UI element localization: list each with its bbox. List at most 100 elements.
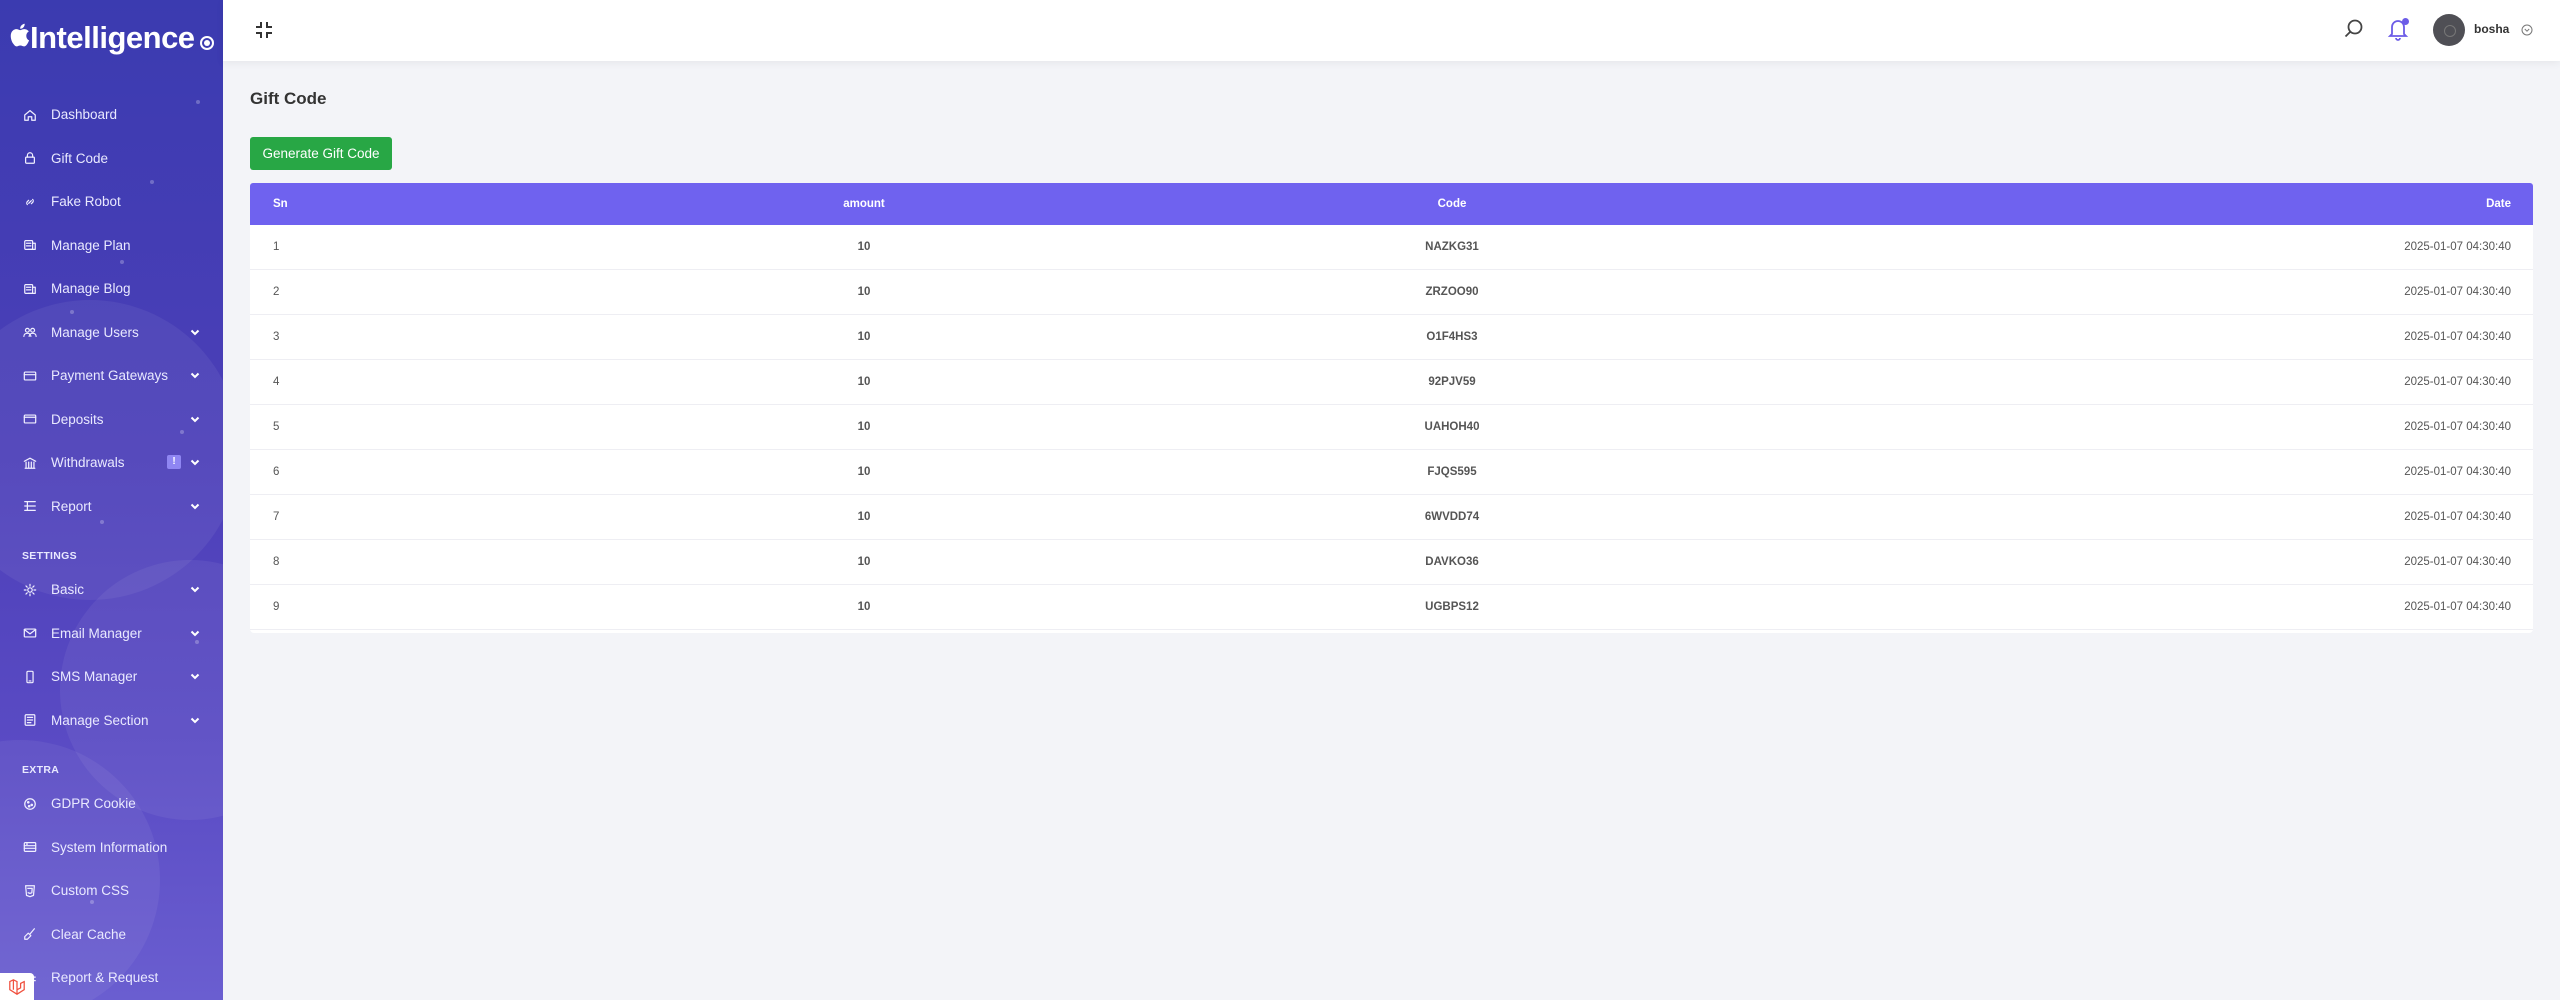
- cell-date: 2025-01-07 04:30:40: [2404, 286, 2511, 298]
- cell-date: 2025-01-07 04:30:40: [2404, 466, 2511, 478]
- sidebar-item-label: Gift Code: [51, 150, 109, 166]
- section-label-extra: EXTRA: [22, 764, 60, 776]
- table-row: 4 10 92PJV59 2025-01-07 04:30:40: [250, 360, 2533, 405]
- sidebar-item-manage-section[interactable]: Manage Section: [0, 699, 223, 743]
- table-row: 3 10 O1F4HS3 2025-01-07 04:30:40: [250, 315, 2533, 360]
- sidebar-item-label: Report: [51, 498, 92, 514]
- sidebar-menu: Dashboard Gift Code Fake Robot Manage Plan M…: [0, 93, 223, 1000]
- column-header-amount: amount: [843, 198, 885, 210]
- gear-icon: [22, 582, 38, 598]
- sidebar-item-report[interactable]: Report: [0, 485, 223, 529]
- app-logo[interactable]: Intelligence: [10, 18, 214, 58]
- sidebar-item-label: Basic: [51, 582, 85, 598]
- gift-code-table: Sn amount Code Date 1 10 NAZKG31 2025-01-07…: [250, 183, 2533, 633]
- generate-gift-code-button[interactable]: Generate Gift Code: [250, 137, 392, 170]
- search-icon[interactable]: [2343, 18, 2365, 40]
- cell-code: DAVKO36: [1425, 556, 1479, 568]
- chevron-down-circle-icon[interactable]: [2521, 23, 2533, 36]
- server-icon: [22, 839, 38, 855]
- column-header-sn: Sn: [273, 198, 288, 210]
- sidebar-item-gdpr-cookie[interactable]: GDPR Cookie: [0, 782, 223, 826]
- css-icon: [22, 883, 38, 899]
- bank-icon: [22, 455, 38, 471]
- table-row: 9 10 UGBPS12 2025-01-07 04:30:40: [250, 585, 2533, 630]
- cell-code: NAZKG31: [1425, 241, 1479, 253]
- compress-icon[interactable]: [254, 20, 274, 40]
- page-title: Gift Code: [250, 89, 327, 108]
- sidebar-item-basic[interactable]: Basic: [0, 568, 223, 612]
- notification-dot: [2402, 18, 2409, 25]
- sidebar-item-gift-code[interactable]: Gift Code: [0, 137, 223, 181]
- cell-code: FJQS595: [1427, 466, 1477, 478]
- mail-icon: [22, 625, 38, 641]
- sidebar-item-label: Manage Blog: [51, 281, 131, 297]
- username[interactable]: bosha: [2474, 22, 2509, 36]
- sidebar-item-payment-gateways[interactable]: Payment Gateways: [0, 354, 223, 398]
- cell-date: 2025-01-07 04:30:40: [2404, 556, 2511, 568]
- sidebar-item-clear-cache[interactable]: Clear Cache: [0, 913, 223, 957]
- logo-text: Intelligence: [30, 20, 195, 55]
- phone-icon: [22, 669, 38, 685]
- sidebar-item-withdrawals[interactable]: Withdrawals!: [0, 441, 223, 485]
- cell-amount: 10: [857, 556, 871, 568]
- column-header-code: Code: [1437, 198, 1467, 210]
- cell-sn: 2: [273, 286, 280, 298]
- sidebar-item-fake-robot[interactable]: Fake Robot: [0, 180, 223, 224]
- chevron-down-icon: [189, 627, 201, 639]
- avatar[interactable]: [2433, 14, 2465, 46]
- cell-date: 2025-01-07 04:30:40: [2404, 421, 2511, 433]
- chevron-down-icon: [189, 583, 201, 595]
- link-icon: [22, 194, 38, 210]
- apple-logo-icon: [10, 22, 30, 54]
- cell-sn: 9: [273, 601, 280, 613]
- sidebar-item-manage-users[interactable]: Manage Users: [0, 311, 223, 355]
- cell-date: 2025-01-07 04:30:40: [2404, 331, 2511, 343]
- home-icon: [22, 107, 38, 123]
- chevron-down-icon: [189, 369, 201, 381]
- cell-sn: 7: [273, 511, 280, 523]
- section-label-settings: SETTINGS: [22, 550, 77, 562]
- table-row: 6 10 FJQS595 2025-01-07 04:30:40: [250, 450, 2533, 495]
- alert-badge: !: [167, 455, 181, 469]
- sidebar-item-label: Clear Cache: [51, 926, 127, 942]
- cell-sn: 5: [273, 421, 280, 433]
- cell-code: ZRZOO90: [1425, 286, 1479, 298]
- cell-amount: 10: [857, 241, 871, 253]
- sidebar-item-custom-css[interactable]: Custom CSS: [0, 869, 223, 913]
- sidebar-item-label: Report & Request: [51, 970, 159, 986]
- cookie-icon: [22, 796, 38, 812]
- sidebar-item-label: System Information: [51, 839, 168, 855]
- notification-bell-icon[interactable]: [2387, 17, 2409, 41]
- sidebar-item-label: Email Manager: [51, 625, 142, 641]
- cell-date: 2025-01-07 04:30:40: [2404, 241, 2511, 253]
- credit-card-icon: [22, 368, 38, 384]
- sidebar-toggle-icon[interactable]: [200, 36, 214, 50]
- sidebar-item-label: GDPR Cookie: [51, 796, 136, 812]
- cell-amount: 10: [857, 511, 871, 523]
- sidebar-item-manage-blog[interactable]: Manage Blog: [0, 267, 223, 311]
- sidebar-item-label: Dashboard: [51, 107, 118, 123]
- sidebar-item-label: Fake Robot: [51, 194, 121, 210]
- cell-amount: 10: [857, 466, 871, 478]
- list-icon: [22, 498, 38, 514]
- sidebar-item-label: Withdrawals: [51, 455, 125, 471]
- sidebar-item-dashboard[interactable]: Dashboard: [0, 93, 223, 137]
- cell-sn: 6: [273, 466, 280, 478]
- cell-amount: 10: [857, 286, 871, 298]
- sidebar-item-deposits[interactable]: Deposits: [0, 398, 223, 442]
- cell-amount: 10: [857, 601, 871, 613]
- sidebar-item-manage-plan[interactable]: Manage Plan: [0, 224, 223, 268]
- sidebar-item-email-manager[interactable]: Email Manager: [0, 612, 223, 656]
- sidebar-item-system-information[interactable]: System Information: [0, 826, 223, 870]
- table-row: 8 10 DAVKO36 2025-01-07 04:30:40: [250, 540, 2533, 585]
- section-icon: [22, 712, 38, 728]
- sidebar-item-label: Deposits: [51, 411, 104, 427]
- table-row: 5 10 UAHOH40 2025-01-07 04:30:40: [250, 405, 2533, 450]
- table-row: 2 10 ZRZOO90 2025-01-07 04:30:40: [250, 270, 2533, 315]
- laravel-logo-icon: [0, 973, 34, 1000]
- sidebar-item-sms-manager[interactable]: SMS Manager: [0, 655, 223, 699]
- chevron-down-icon: [189, 456, 201, 468]
- topbar: bosha: [223, 0, 2560, 61]
- chevron-down-icon: [189, 500, 201, 512]
- cell-date: 2025-01-07 04:30:40: [2404, 376, 2511, 388]
